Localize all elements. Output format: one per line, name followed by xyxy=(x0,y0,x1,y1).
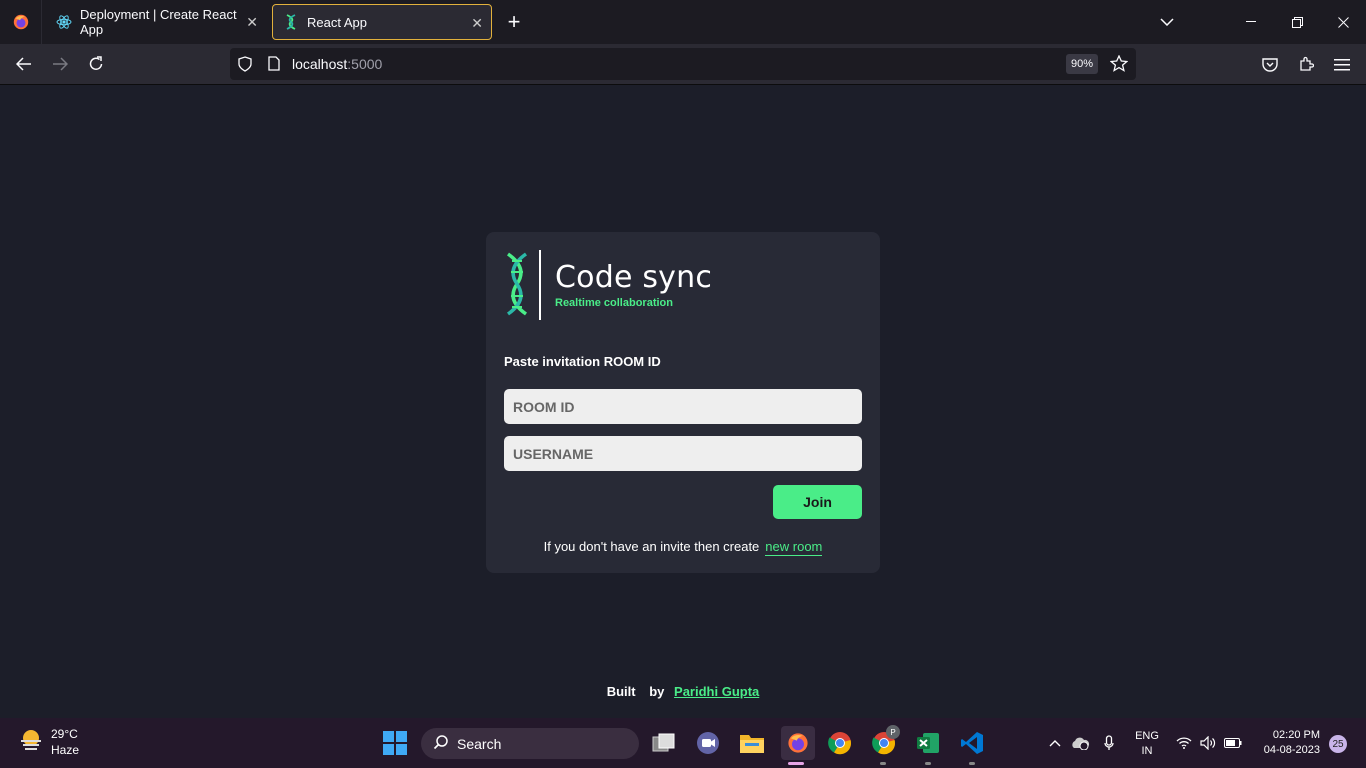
extensions-icon[interactable] xyxy=(1294,52,1318,76)
back-icon[interactable] xyxy=(12,52,36,76)
clock[interactable]: 02:20 PM 04-08-2023 xyxy=(1254,728,1320,758)
bookmark-star-icon[interactable] xyxy=(1109,54,1129,77)
author-link[interactable]: Paridhi Gupta xyxy=(674,684,759,699)
vscode-icon[interactable] xyxy=(957,728,987,758)
region-code: IN xyxy=(1141,745,1153,757)
task-view-icon[interactable] xyxy=(649,728,679,758)
profile-badge: P xyxy=(886,725,900,739)
hamburger-menu-icon[interactable] xyxy=(1330,52,1354,76)
restore-icon[interactable] xyxy=(1282,0,1312,44)
username-input[interactable] xyxy=(504,436,862,471)
tab-title: Deployment | Create React App xyxy=(80,7,237,37)
chevron-up-icon[interactable] xyxy=(1043,728,1067,758)
reload-icon[interactable] xyxy=(84,52,108,76)
clock-date: 04-08-2023 xyxy=(1263,744,1320,756)
dna-logo-icon xyxy=(504,252,530,316)
tab-title: React App xyxy=(307,14,367,30)
tab-react-app[interactable]: React App ✕ xyxy=(272,4,492,40)
url-port: :5000 xyxy=(347,56,383,72)
page-content: Code sync Realtime collaboration Paste i… xyxy=(0,85,1366,718)
excel-icon[interactable] xyxy=(913,728,943,758)
running-indicator xyxy=(925,762,931,765)
room-id-label: Paste invitation ROOM ID xyxy=(504,354,661,369)
volume-icon[interactable] xyxy=(1196,728,1220,758)
footer-by: by xyxy=(649,684,665,699)
chrome-icon[interactable] xyxy=(825,728,855,758)
shield-icon[interactable] xyxy=(238,56,252,77)
pocket-icon[interactable] xyxy=(1258,52,1282,76)
onedrive-sync-icon[interactable] xyxy=(1067,728,1093,758)
logo-divider xyxy=(539,250,541,320)
running-indicator xyxy=(969,762,975,765)
join-button[interactable]: Join xyxy=(773,485,862,519)
search-label: Search xyxy=(457,735,502,752)
running-indicator xyxy=(880,762,886,765)
wifi-icon[interactable] xyxy=(1172,728,1196,758)
teams-chat-icon[interactable] xyxy=(693,728,723,758)
chrome-profile-icon[interactable]: P xyxy=(869,725,900,758)
url-text[interactable]: localhost:5000 xyxy=(292,56,382,72)
invite-text: If you don't have an invite then create n… xyxy=(486,539,880,556)
clock-time: 02:20 PM xyxy=(1272,729,1320,741)
firefox-active-indicator xyxy=(788,762,804,765)
list-all-tabs-icon[interactable] xyxy=(1155,0,1179,44)
page-info-icon[interactable] xyxy=(268,56,280,76)
react-icon xyxy=(56,14,72,30)
app-name: Code sync xyxy=(555,260,713,295)
minimize-icon[interactable] xyxy=(1236,0,1266,44)
zoom-level-badge[interactable]: 90% xyxy=(1066,54,1098,74)
battery-icon[interactable] xyxy=(1220,728,1246,758)
notification-badge[interactable]: 25 xyxy=(1329,735,1347,753)
windows-start-icon[interactable] xyxy=(380,728,410,758)
weather-temp: 29°C xyxy=(51,727,78,741)
language-code: ENG xyxy=(1135,730,1159,742)
tab-deployment[interactable]: Deployment | Create React App ✕ xyxy=(46,4,266,40)
search-icon xyxy=(433,734,449,753)
url-host: localhost xyxy=(292,56,348,72)
footer-built: Built xyxy=(606,684,636,699)
firefox-menu-icon[interactable] xyxy=(0,0,42,44)
page-footer: Built by Paridhi Gupta xyxy=(0,684,1366,699)
microphone-icon[interactable] xyxy=(1097,728,1121,758)
weather-widget[interactable]: 29°C Haze xyxy=(18,726,79,758)
haze-weather-icon xyxy=(18,727,44,758)
dna-icon xyxy=(283,14,299,30)
close-tab-icon[interactable]: ✕ xyxy=(471,15,483,32)
firefox-taskbar-icon[interactable] xyxy=(781,726,815,760)
close-window-icon[interactable] xyxy=(1328,0,1358,44)
language-indicator[interactable]: ENG IN xyxy=(1132,729,1162,759)
taskbar-search[interactable]: Search xyxy=(421,728,639,759)
room-id-input[interactable] xyxy=(504,389,862,424)
forward-icon[interactable] xyxy=(48,52,72,76)
browser-tab-bar: Deployment | Create React App ✕ React Ap… xyxy=(0,0,1366,44)
windows-taskbar: 29°C Haze Search P ENG IN 02:20 PM 04-08… xyxy=(0,718,1366,768)
weather-desc: Haze xyxy=(51,743,80,757)
url-bar[interactable]: localhost:5000 90% xyxy=(230,48,1136,80)
join-room-card: Code sync Realtime collaboration Paste i… xyxy=(486,232,880,573)
close-tab-icon[interactable]: ✕ xyxy=(246,14,258,31)
invite-text-label: If you don't have an invite then create xyxy=(543,539,760,554)
new-tab-button[interactable]: + xyxy=(504,9,524,35)
file-explorer-icon[interactable] xyxy=(737,728,767,758)
app-tagline: Realtime collaboration xyxy=(555,297,673,309)
new-room-link[interactable]: new room xyxy=(765,539,823,556)
